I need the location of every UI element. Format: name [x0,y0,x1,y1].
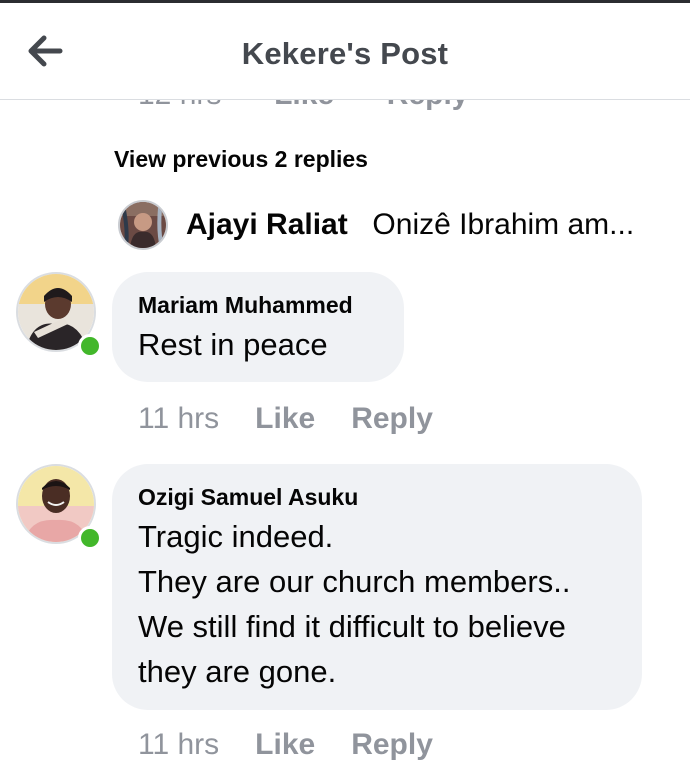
comment-meta: 11 hrs Like Reply [138,728,469,762]
comment-meta: 11 hrs Like Reply [138,402,469,436]
comment-body: Rest in peace [138,322,376,367]
avatar-container[interactable] [16,272,102,358]
like-button[interactable]: Like [255,728,315,761]
comment-bubble[interactable]: Mariam Muhammed Rest in peace [112,272,404,382]
avatar-container[interactable] [16,464,102,550]
reply-button[interactable]: Reply [351,402,433,435]
timestamp: 12 hrs [138,100,221,111]
profile-photo [120,202,166,248]
page-title: Kekere's Post [241,36,449,71]
like-button[interactable]: Like [255,402,315,435]
online-status-dot [78,334,102,358]
comment-line: Rest in peace [138,327,328,362]
like-button[interactable]: Like [274,100,334,111]
timestamp: 11 hrs [138,402,220,435]
previous-comment-meta: 12 hrs Like Reply [0,100,690,118]
comment-author[interactable]: Ozigi Samuel Asuku [138,482,614,512]
avatar[interactable] [118,200,168,250]
comment-line: they are gone. [138,654,337,689]
reply-author[interactable]: Ajayi Raliat [186,208,348,241]
latest-reply-preview[interactable]: Ajayi Raliat Onizê Ibrahim am... [118,198,678,250]
timestamp: 11 hrs [138,728,220,761]
comment-bubble[interactable]: Ozigi Samuel Asuku Tragic indeed. They a… [112,464,642,710]
reply-preview-text: Ajayi Raliat Onizê Ibrahim am... [186,208,666,242]
view-previous-replies-link[interactable]: View previous 2 replies [114,146,368,173]
online-status-dot [78,526,102,550]
reply-button[interactable]: Reply [387,100,469,111]
comment-body: Tragic indeed. They are our church membe… [138,514,614,694]
reply-button[interactable]: Reply [351,728,433,761]
post-header: Kekere's Post [0,3,690,100]
comment-line: We still find it difficult to believe [138,609,566,644]
comment-line: Tragic indeed. [138,519,334,554]
comment-author[interactable]: Mariam Muhammed [138,290,376,320]
reply-snippet: Onizê Ibrahim am... [372,208,635,241]
comment-line: They are our church members.. [138,564,571,599]
